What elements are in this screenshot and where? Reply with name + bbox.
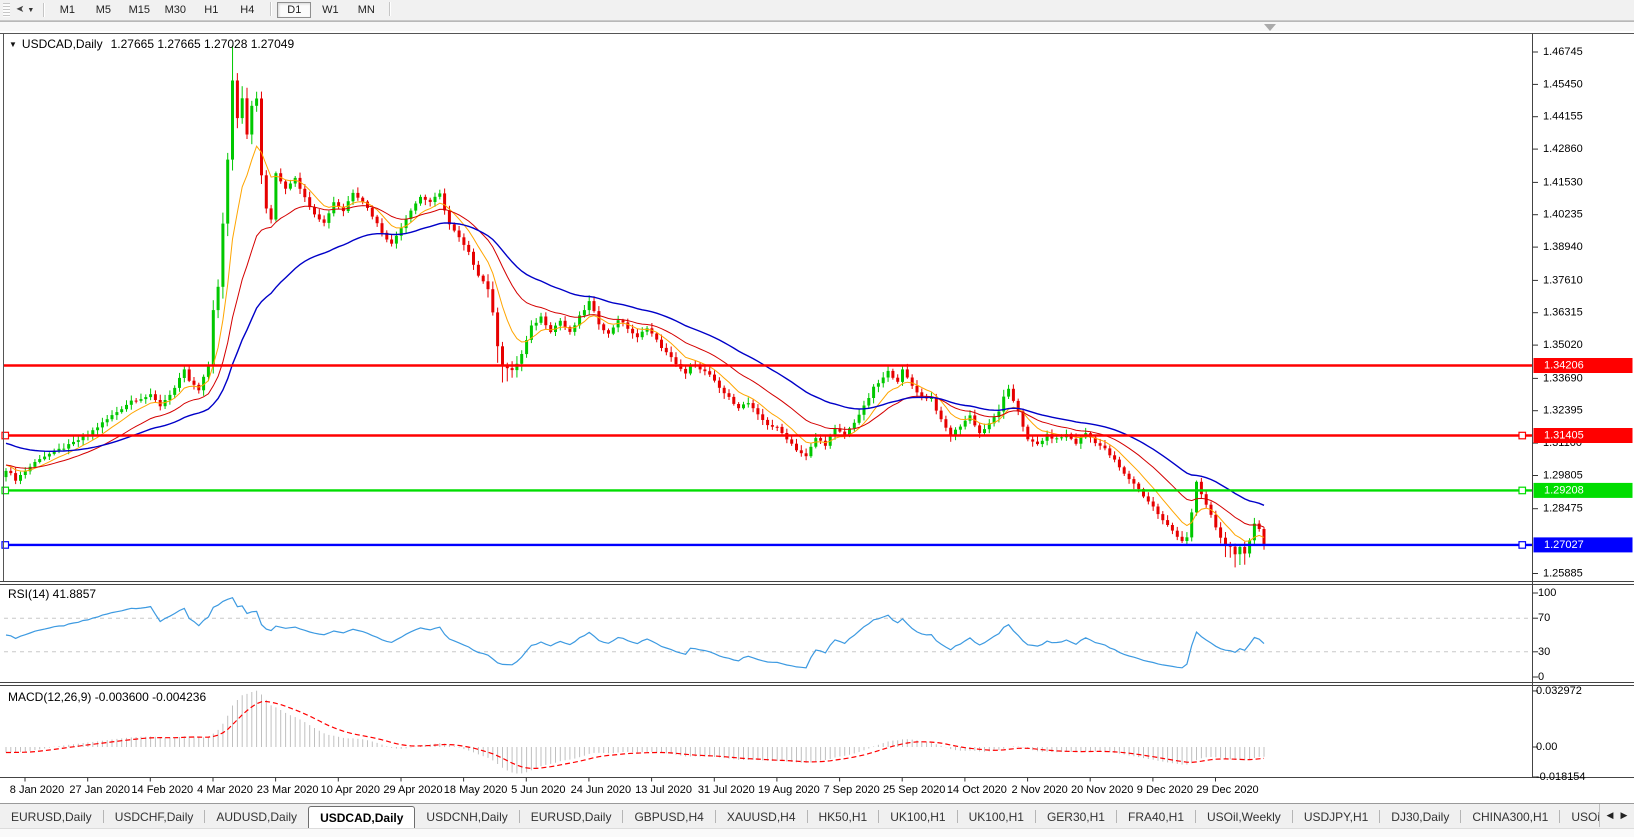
svg-text:25 Sep 2020: 25 Sep 2020 [883, 784, 945, 796]
svg-text:18 May 2020: 18 May 2020 [444, 784, 508, 796]
svg-text:1.28475: 1.28475 [1543, 503, 1583, 515]
chart-tab-china300-h1[interactable]: CHINA300,H1 [1461, 807, 1559, 828]
svg-text:5 Jun 2020: 5 Jun 2020 [511, 784, 565, 796]
svg-text:0.032972: 0.032972 [1536, 685, 1582, 697]
svg-text:29 Dec 2020: 29 Dec 2020 [1196, 784, 1258, 796]
svg-text:20 Nov 2020: 20 Nov 2020 [1071, 784, 1133, 796]
timeframe-button-m15[interactable]: M15 [122, 2, 156, 18]
svg-text:14 Feb 2020: 14 Feb 2020 [131, 784, 193, 796]
svg-text:1.27027: 1.27027 [1544, 539, 1584, 551]
chart-tab-dj30-daily[interactable]: DJ30,Daily [1380, 807, 1460, 828]
symbol-timeframe-label: USDCAD,Daily [21, 37, 103, 51]
svg-text:100: 100 [1538, 587, 1556, 599]
svg-text:1.29805: 1.29805 [1543, 470, 1583, 482]
chart-title: ▼ USDCAD,Daily 1.27665 1.27665 1.27028 1.2… [9, 37, 294, 51]
charts-toolbar-icon[interactable]: ➤ ▼ [16, 4, 35, 15]
svg-text:1.44155: 1.44155 [1543, 111, 1583, 123]
svg-text:0.00: 0.00 [1536, 741, 1557, 753]
svg-text:4 Mar 2020: 4 Mar 2020 [197, 784, 253, 796]
svg-text:30: 30 [1538, 646, 1550, 658]
chart-shift-marker-icon [1264, 24, 1276, 31]
svg-text:8 Jan 2020: 8 Jan 2020 [10, 784, 64, 796]
chart-menu-icon[interactable]: ▼ [9, 40, 17, 49]
svg-text:23 Mar 2020: 23 Mar 2020 [257, 784, 319, 796]
timeframe-button-w1[interactable]: W1 [313, 2, 347, 18]
chart-tab-gbpusd-h4[interactable]: GBPUSD,H4 [623, 807, 714, 828]
chart-tab-uk100-h1[interactable]: UK100,H1 [879, 807, 956, 828]
svg-text:1.25885: 1.25885 [1543, 568, 1583, 580]
ohlc-values: 1.27665 1.27665 1.27028 1.27049 [110, 37, 295, 51]
svg-text:1.33690: 1.33690 [1543, 372, 1583, 384]
svg-text:-0.018154: -0.018154 [1536, 771, 1586, 783]
svg-text:13 Jul 2020: 13 Jul 2020 [635, 784, 692, 796]
cursor-arrow-icon: ➤ [16, 4, 25, 15]
chart-tab-hk50-h1[interactable]: HK50,H1 [808, 807, 879, 828]
chart-tab-uk100-h1[interactable]: UK100,H1 [958, 807, 1035, 828]
chart-tab-bar: EURUSD,Daily USDCHF,Daily AUDUSD,Daily USDC… [0, 803, 1634, 828]
chart-tab-audusd-daily[interactable]: AUDUSD,Daily [205, 807, 308, 828]
top-toolbar: ➤ ▼ M1 M5 M15 M30 H1 H4 D1 W1 MN [0, 0, 1634, 21]
chart-tab-usdcad-daily[interactable]: USDCAD,Daily [308, 806, 416, 828]
chart-tab-usdcnh-daily[interactable]: USDCNH,Daily [415, 807, 518, 828]
chart-tab-eurusd-daily[interactable]: EURUSD,Daily [0, 807, 103, 828]
svg-text:29 Apr 2020: 29 Apr 2020 [383, 784, 442, 796]
timeframe-button-mn[interactable]: MN [349, 2, 383, 18]
chart-tab-usdchf-daily[interactable]: USDCHF,Daily [104, 807, 205, 828]
svg-text:1.32395: 1.32395 [1543, 405, 1583, 417]
svg-text:27 Jan 2020: 27 Jan 2020 [69, 784, 130, 796]
tab-scroll-arrows: ◀ ▶ [1599, 804, 1634, 827]
chart-tab-ger30-h1[interactable]: GER30,H1 [1036, 807, 1116, 828]
svg-text:10 Apr 2020: 10 Apr 2020 [321, 784, 380, 796]
chart-tab-xauusd-h4[interactable]: XAUUSD,H4 [716, 807, 807, 828]
svg-text:1.34206: 1.34206 [1544, 360, 1584, 372]
chevron-down-icon: ▼ [27, 6, 35, 14]
toolbar-grip [3, 3, 10, 17]
toolbar-separator [270, 2, 272, 16]
svg-text:RSI(14) 41.8857: RSI(14) 41.8857 [8, 587, 96, 601]
svg-text:1.45450: 1.45450 [1543, 78, 1583, 90]
timeframe-button-d1[interactable]: D1 [277, 2, 312, 18]
svg-text:9 Dec 2020: 9 Dec 2020 [1137, 784, 1193, 796]
timeframe-group: M1 M5 M15 M30 H1 H4 D1 W1 MN [49, 2, 395, 18]
svg-text:1.41530: 1.41530 [1543, 176, 1583, 188]
svg-text:2 Nov 2020: 2 Nov 2020 [1011, 784, 1067, 796]
svg-text:1.31405: 1.31405 [1544, 430, 1584, 442]
svg-text:0: 0 [1538, 671, 1544, 683]
svg-text:1.29208: 1.29208 [1544, 484, 1584, 496]
chart-tab-usdjpy-h1[interactable]: USDJPY,H1 [1293, 807, 1379, 828]
timeframe-button-h4[interactable]: H4 [230, 2, 264, 18]
toolbar-separator [43, 3, 45, 17]
tab-scroll-right-icon[interactable]: ▶ [1617, 810, 1631, 821]
svg-text:MACD(12,26,9) -0.003600 -0.004: MACD(12,26,9) -0.003600 -0.004236 [8, 690, 206, 704]
svg-text:7 Sep 2020: 7 Sep 2020 [823, 784, 879, 796]
timeframe-button-m1[interactable]: M1 [50, 2, 84, 18]
svg-text:31 Jul 2020: 31 Jul 2020 [698, 784, 755, 796]
svg-text:1.40235: 1.40235 [1543, 209, 1583, 221]
svg-text:19 Aug 2020: 19 Aug 2020 [758, 784, 820, 796]
svg-text:1.37610: 1.37610 [1543, 274, 1583, 286]
chart-canvas[interactable]: RSI(14) 41.8857 MACD(12,26,9) -0.003600 -… [0, 31, 1634, 803]
svg-text:1.35020: 1.35020 [1543, 339, 1583, 351]
toolbar-separator [389, 2, 391, 16]
svg-text:1.36315: 1.36315 [1543, 307, 1583, 319]
svg-text:24 Jun 2020: 24 Jun 2020 [571, 784, 632, 796]
timeframe-button-h1[interactable]: H1 [194, 2, 228, 18]
svg-text:1.42860: 1.42860 [1543, 143, 1583, 155]
chart-tab-fra40-h1[interactable]: FRA40,H1 [1117, 807, 1195, 828]
timeframe-button-m30[interactable]: M30 [158, 2, 192, 18]
svg-text:1.38940: 1.38940 [1543, 241, 1583, 253]
svg-text:14 Oct 2020: 14 Oct 2020 [947, 784, 1007, 796]
timeframe-button-m5[interactable]: M5 [86, 2, 120, 18]
svg-text:70: 70 [1538, 612, 1550, 624]
svg-text:1.46745: 1.46745 [1543, 46, 1583, 58]
chart-tab-usoil-weekly[interactable]: USOil,Weekly [1196, 807, 1292, 828]
chart-tab-eurusd-daily[interactable]: EURUSD,Daily [520, 807, 623, 828]
tab-scroll-left-icon[interactable]: ◀ [1603, 810, 1617, 821]
